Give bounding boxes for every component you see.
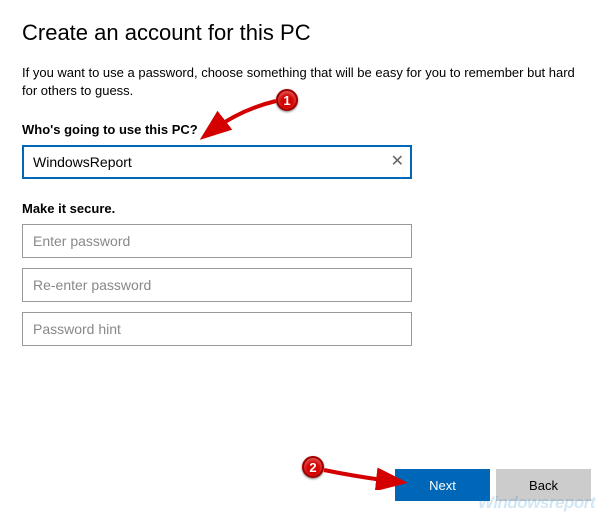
password-field[interactable] — [22, 224, 412, 258]
password-hint-field[interactable] — [22, 312, 412, 346]
password-confirm-field-wrap — [22, 268, 412, 302]
annotation-arrow-1-icon — [198, 95, 283, 145]
page-subtitle: If you want to use a password, choose so… — [22, 64, 582, 100]
footer-buttons: Next Back — [395, 469, 591, 501]
username-label: Who's going to use this PC? — [22, 122, 591, 137]
clear-icon[interactable]: ✕ — [391, 154, 404, 170]
back-button[interactable]: Back — [496, 469, 591, 501]
next-button[interactable]: Next — [395, 469, 490, 501]
password-confirm-field[interactable] — [22, 268, 412, 302]
annotation-badge-1: 1 — [276, 89, 298, 111]
page-title: Create an account for this PC — [22, 20, 591, 46]
annotation-badge-2: 2 — [302, 456, 324, 478]
password-field-wrap — [22, 224, 412, 258]
password-section-label: Make it secure. — [22, 201, 591, 216]
username-field-wrap: ✕ — [22, 145, 412, 179]
password-hint-field-wrap — [22, 312, 412, 346]
username-field[interactable] — [22, 145, 412, 179]
